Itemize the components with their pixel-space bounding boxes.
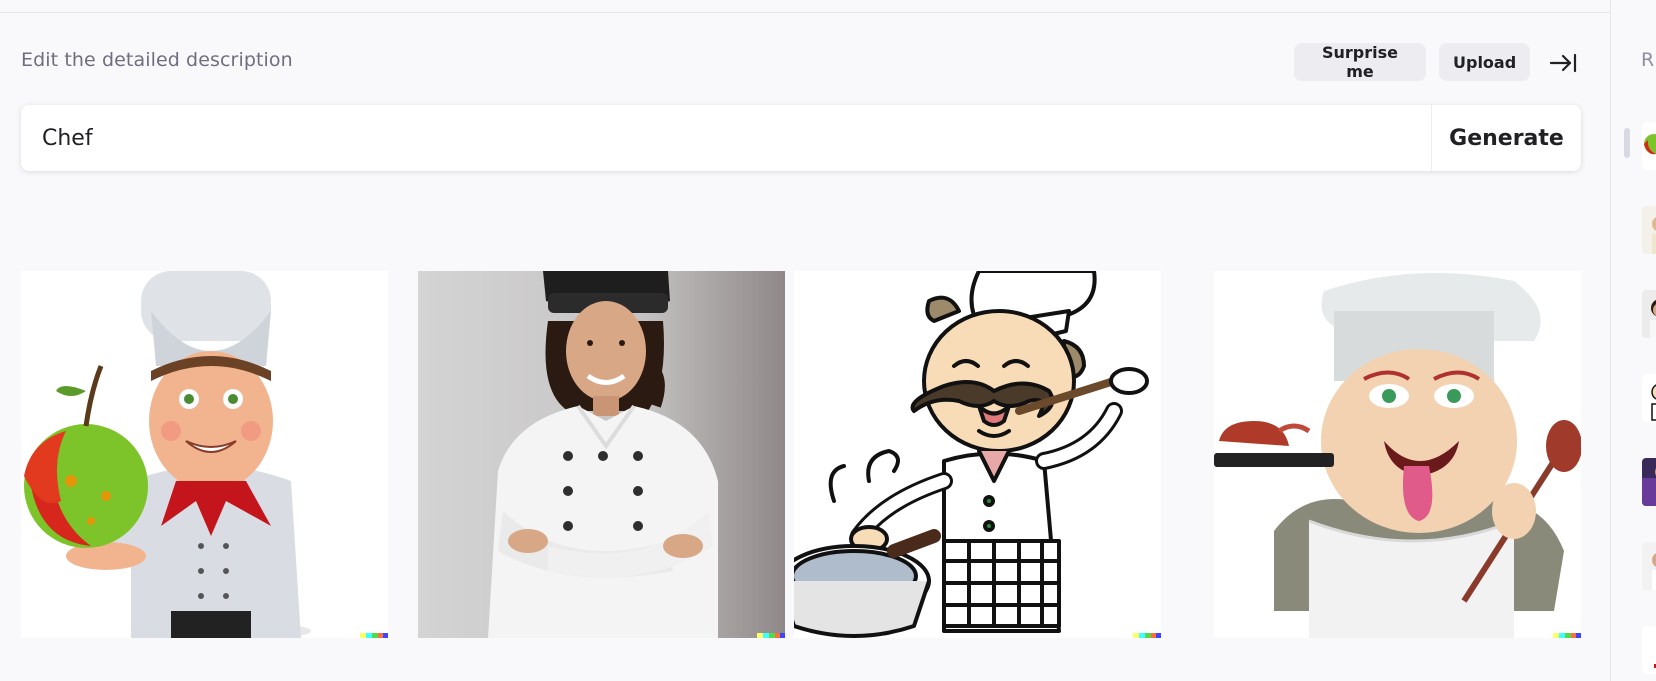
- results-gallery: [21, 271, 1581, 638]
- history-thumb-4[interactable]: [1642, 374, 1656, 422]
- upload-button[interactable]: Upload: [1439, 43, 1530, 81]
- result-image-1[interactable]: [21, 271, 388, 638]
- cartoon-chef-apple-image: [21, 271, 388, 638]
- cartoon-chef-tongue-image: [1214, 271, 1581, 638]
- history-thumb-1[interactable]: [1642, 122, 1656, 170]
- result-image-4[interactable]: [1214, 271, 1581, 638]
- history-thumb-6[interactable]: [1642, 542, 1656, 590]
- sidebar-scrollbar[interactable]: [1624, 128, 1630, 158]
- result-image-2[interactable]: [418, 271, 785, 638]
- history-sidebar: R: [1610, 0, 1656, 681]
- history-thumb-7[interactable]: [1642, 626, 1656, 674]
- history-thumb-2[interactable]: [1642, 206, 1656, 254]
- prompt-bar: Generate: [21, 105, 1581, 171]
- history-thumb-5[interactable]: [1642, 458, 1656, 506]
- surprise-me-button[interactable]: Surprise me: [1294, 43, 1426, 81]
- generate-button[interactable]: Generate: [1432, 105, 1581, 171]
- result-image-3[interactable]: [794, 271, 1161, 638]
- prompt-input[interactable]: [21, 105, 1431, 171]
- sidebar-title: R: [1641, 49, 1655, 71]
- collapse-sidebar-icon[interactable]: [1548, 50, 1578, 76]
- history-thumb-3[interactable]: [1642, 290, 1656, 338]
- drawing-chef-mustache-image: [794, 271, 1161, 638]
- editor-panel: Edit the detailed description Surprise m…: [0, 0, 1610, 681]
- description-heading: Edit the detailed description: [21, 49, 293, 71]
- photo-chef-woman-image: [418, 271, 785, 638]
